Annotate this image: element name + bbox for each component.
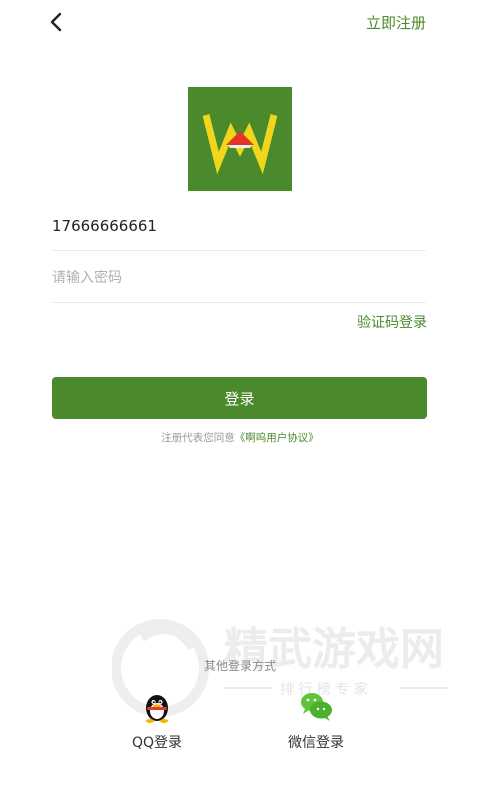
other-login-title: 其他登录方式	[203, 659, 276, 673]
divider	[52, 250, 426, 251]
chevron-left-icon	[50, 12, 62, 32]
wechat-icon	[301, 693, 332, 721]
qq-login-label: QQ登录	[131, 735, 183, 751]
password-input[interactable]	[52, 260, 426, 296]
qq-penguin-icon	[146, 695, 168, 723]
wechat-login-label: 微信登录	[288, 735, 344, 751]
wechat-login-button[interactable]: 微信登录	[256, 688, 376, 752]
qq-login-button[interactable]: QQ登录	[97, 688, 217, 752]
phone-input[interactable]	[52, 208, 426, 244]
agreement-text: 注册代表您同意《啊呜用户协议》	[0, 430, 480, 445]
register-link[interactable]: 立即注册	[366, 12, 426, 33]
agreement-prefix: 注册代表您同意	[161, 432, 235, 444]
sms-login-link[interactable]: 验证码登录	[357, 312, 427, 332]
login-button[interactable]: 登录	[52, 377, 427, 419]
user-agreement-link[interactable]: 《啊呜用户协议》	[235, 432, 319, 444]
app-logo	[188, 87, 292, 191]
divider	[52, 302, 426, 303]
back-button[interactable]	[42, 8, 70, 36]
